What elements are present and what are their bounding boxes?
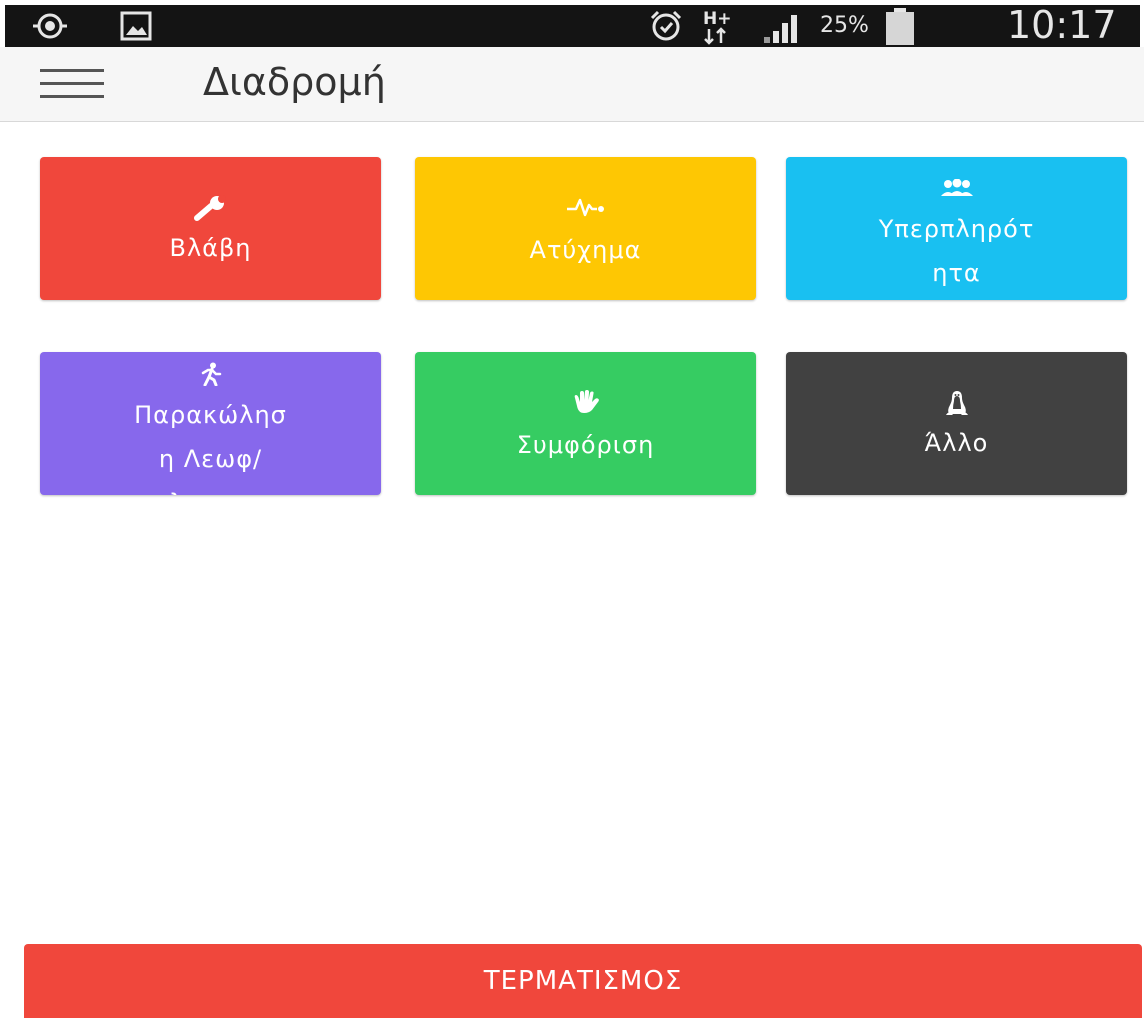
linux-icon [945,391,968,415]
page-title: Διαδρομή [203,60,386,104]
tile-label-line-2: ητα [932,259,981,287]
app-bar: Διαδρομή [0,47,1144,122]
hplus-data-icon: H+ [703,9,731,45]
tile-label-line-1: Παρακώλησ [134,401,287,429]
clock: 10:17 [1007,3,1117,47]
status-bar: H+ 25% 10:17 [5,3,1140,47]
gps-icon [33,13,67,39]
tile-lane-obstruction[interactable]: Παρακώλησ η Λεωφ/ λεωφρ [40,352,381,495]
tile-overcrowding[interactable]: Υπερπληρότ ητα [786,157,1127,300]
tile-accident[interactable]: Ατύχημα [415,157,756,300]
tile-other[interactable]: Άλλο [786,352,1127,495]
tile-label: Συμφόριση [516,431,655,459]
battery-percentage: 25% [820,13,869,38]
svg-text:H+: H+ [703,9,731,29]
users-icon [940,179,973,196]
image-icon [120,11,152,41]
walking-person-icon [201,362,221,386]
hamburger-icon[interactable] [40,69,104,99]
signal-icon [764,15,797,43]
battery-icon [886,8,914,45]
tile-label-line-1: Υπερπληρότ [878,215,1035,243]
tile-label: Ατύχημα [529,236,642,264]
tile-label-line-2: η Λεωφ/ [158,445,263,473]
wrench-icon [193,195,226,221]
tile-traffic-jam[interactable]: Συμφόριση [415,352,756,495]
alarm-icon [650,10,682,41]
heartbeat-icon [566,198,604,217]
tile-breakdown[interactable]: Βλάβη [40,157,381,300]
end-trip-button[interactable]: ΤΕΡΜΑΤΙΣΜΟΣ [24,944,1142,1018]
tile-label: Άλλο [924,429,989,457]
tile-label: Βλάβη [169,234,252,262]
tile-label-line-3: λεωφρ [40,484,381,495]
hand-icon [574,390,599,413]
